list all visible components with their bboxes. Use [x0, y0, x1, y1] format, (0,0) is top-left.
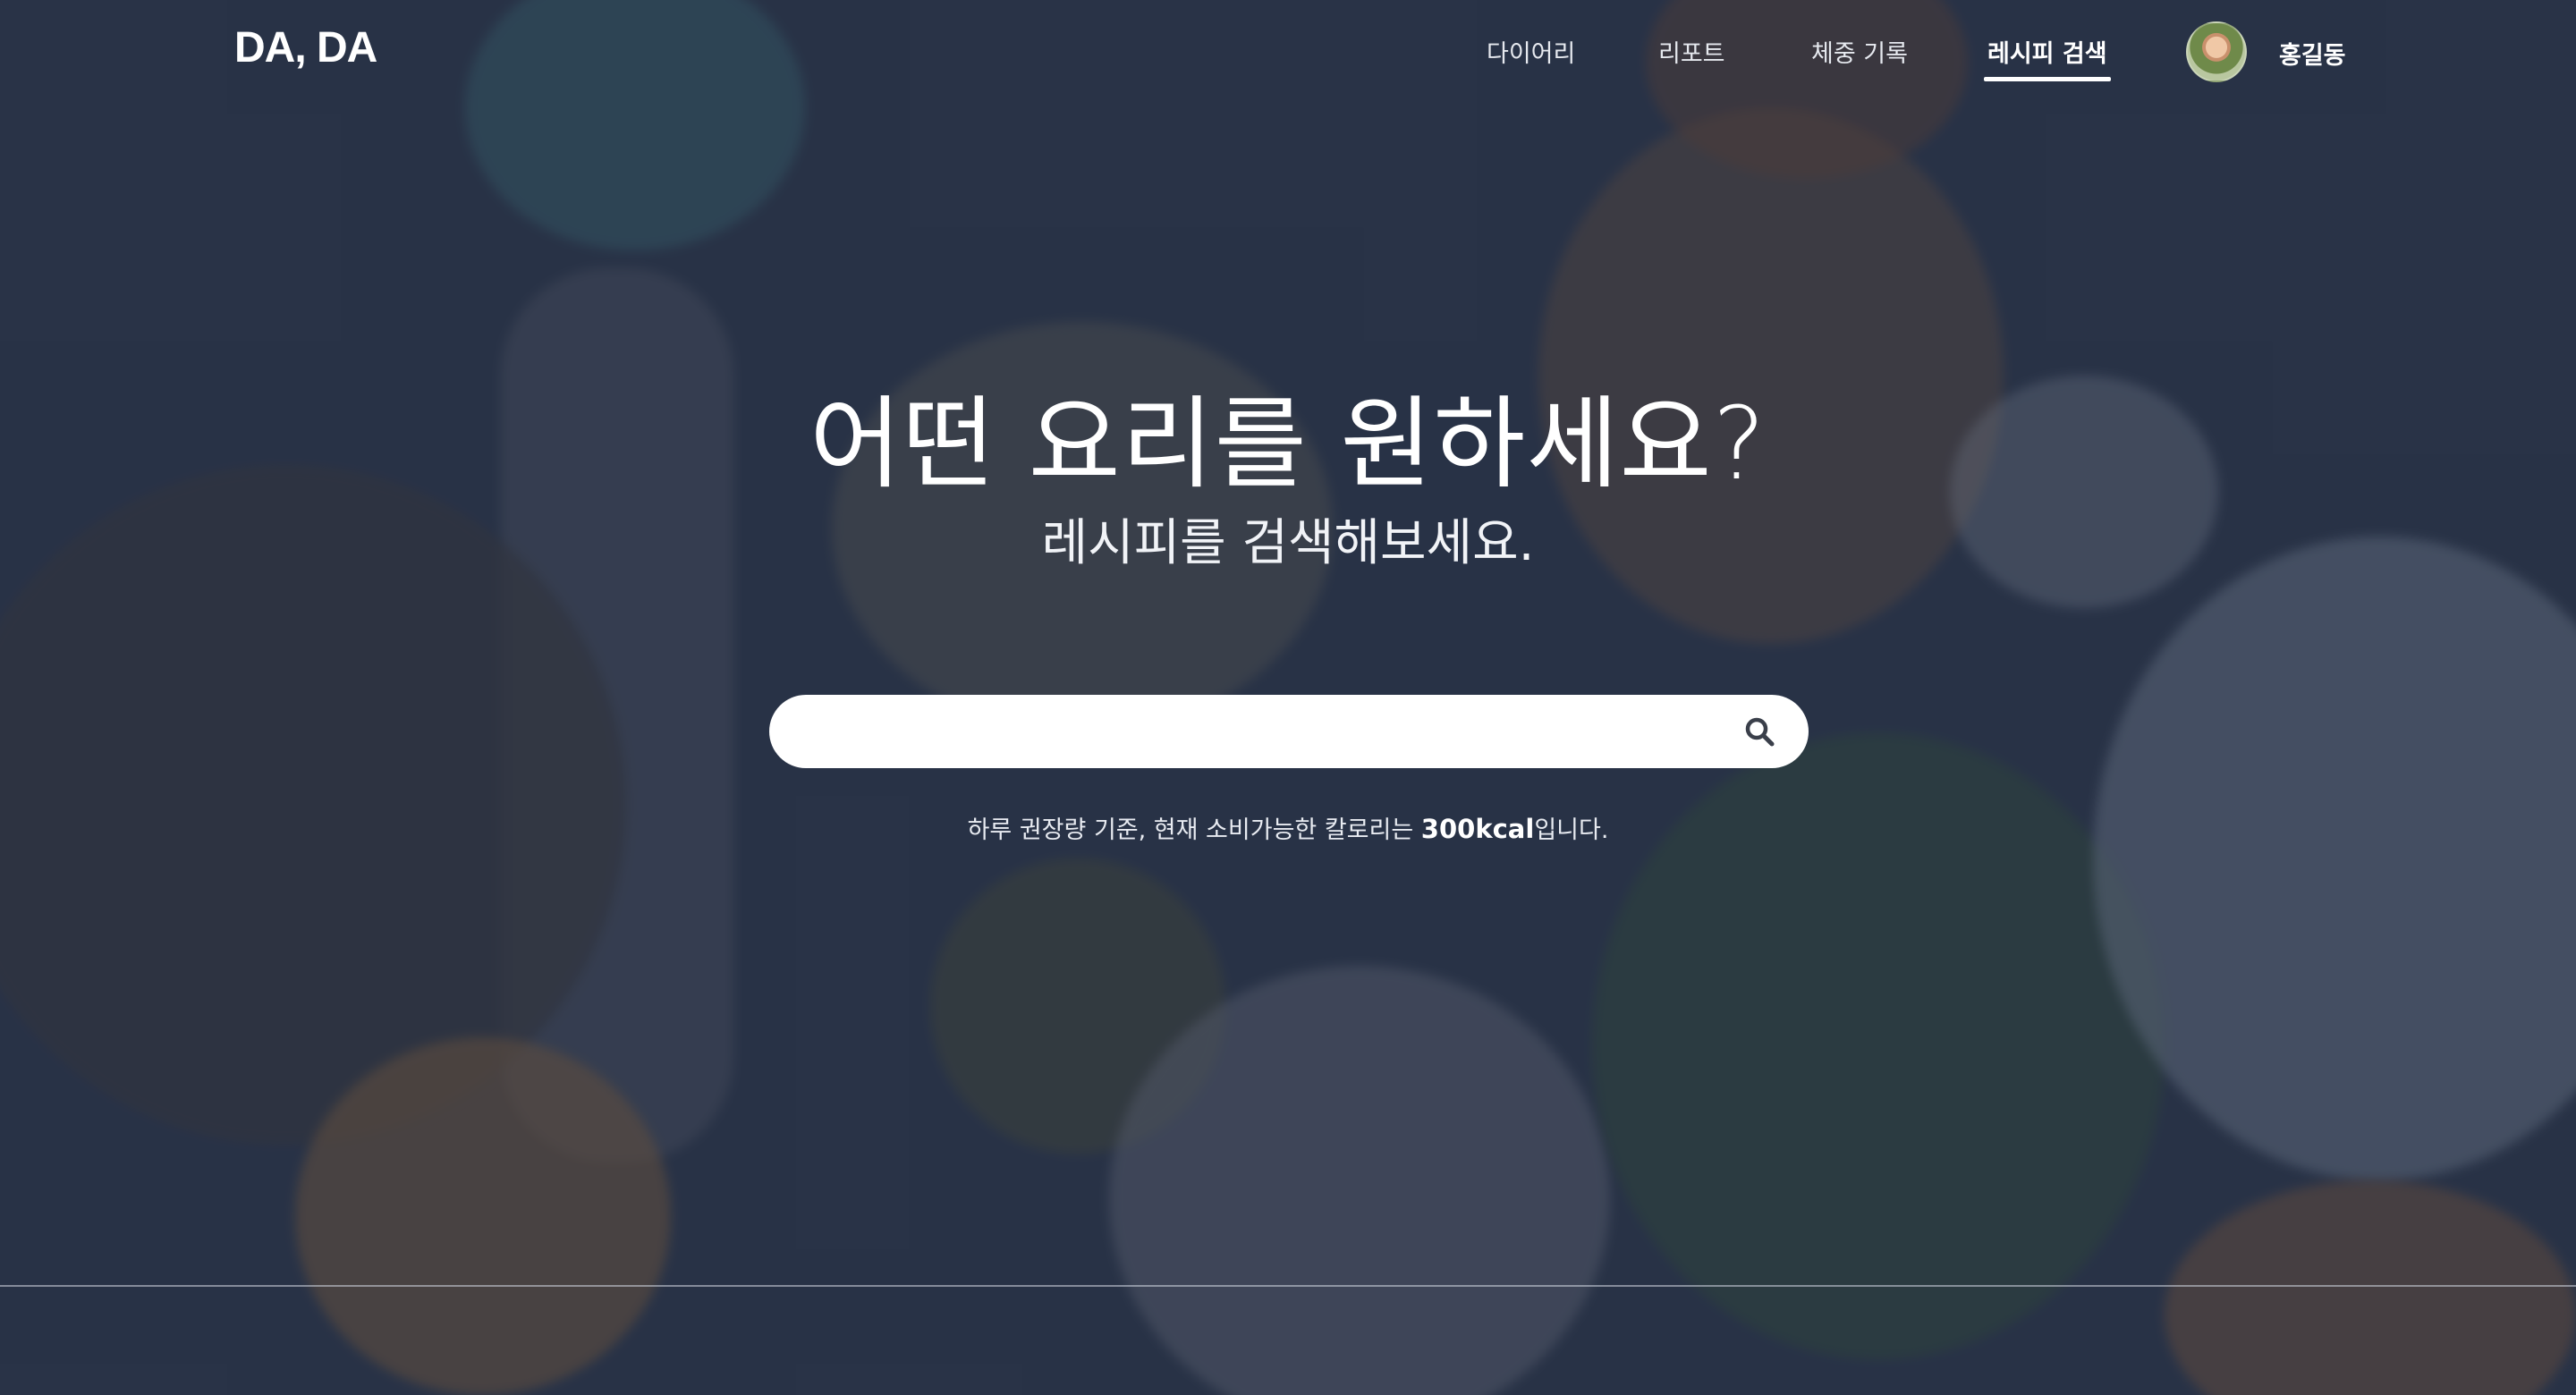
hero-section: DA, DA 다이어리 리포트 체중 기록 레시피 검색 홍길동 어떤 요리를 … — [0, 0, 2576, 1395]
divider-line — [0, 1285, 2576, 1287]
search-input[interactable] — [801, 707, 1696, 756]
calorie-suffix: 입니다. — [1534, 816, 1609, 844]
search-icon[interactable] — [1744, 716, 1775, 747]
page-subtitle: 레시피를 검색해보세요. — [1041, 514, 1535, 572]
nav-item-report[interactable]: 리포트 — [1658, 34, 1725, 69]
top-navigation: DA, DA 다이어리 리포트 체중 기록 레시피 검색 홍길동 — [0, 0, 2576, 104]
user-name[interactable]: 홍길동 — [2279, 36, 2346, 71]
nav-item-diary[interactable]: 다이어리 — [1487, 34, 1575, 69]
logo[interactable]: DA, DA — [234, 23, 377, 72]
page-title: 어떤 요리를 원하세요? — [809, 386, 1767, 503]
nav-item-weight-log[interactable]: 체중 기록 — [1811, 34, 1908, 69]
calorie-prefix: 하루 권장량 기준, 현재 소비가능한 칼로리는 — [967, 816, 1421, 844]
calorie-value: 300kcal — [1420, 814, 1535, 844]
nav-item-recipe-search[interactable]: 레시피 검색 — [1984, 34, 2111, 81]
avatar[interactable] — [2186, 21, 2247, 82]
search-bar — [769, 695, 1809, 768]
calorie-info: 하루 권장량 기준, 현재 소비가능한 칼로리는 300kcal입니다. — [0, 810, 2576, 845]
